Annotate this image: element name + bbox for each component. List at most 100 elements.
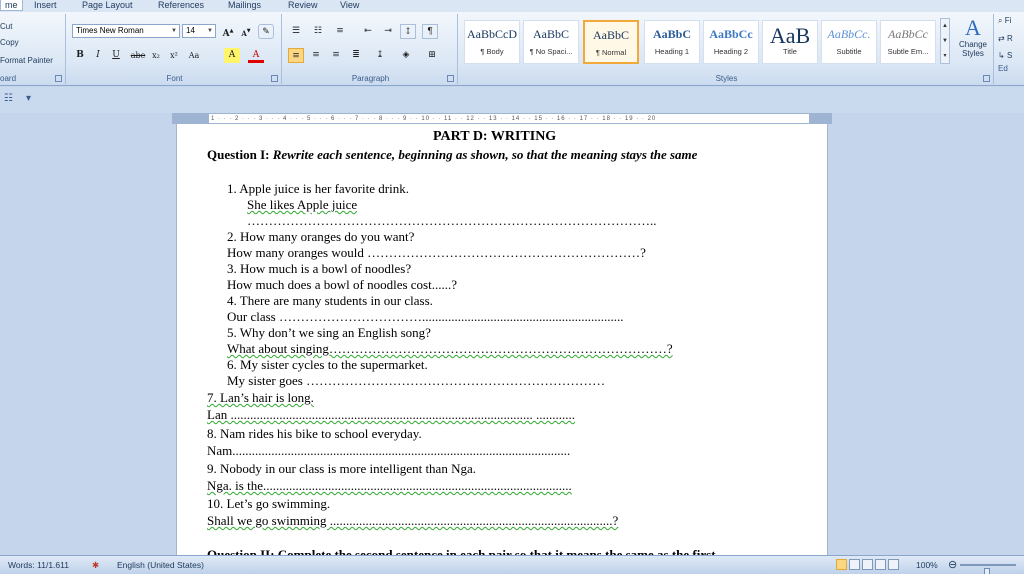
style-subtitle[interactable]: AaBbCc. Subtitle xyxy=(821,20,877,64)
style-name: Title xyxy=(783,47,797,56)
change-styles-button[interactable]: A Change Styles xyxy=(952,16,994,59)
tab-insert[interactable]: Insert xyxy=(34,0,57,10)
paragraph-launcher-icon[interactable] xyxy=(447,75,454,82)
change-styles-label: Change Styles xyxy=(958,40,988,58)
replace-button[interactable]: ⇄ R xyxy=(998,34,1013,43)
ruler-left-margin xyxy=(173,114,209,123)
proofing-icon[interactable]: ✱ xyxy=(92,560,99,571)
decrease-indent-icon[interactable]: ⇤ xyxy=(360,24,376,39)
answer-line: Lan ....................................… xyxy=(207,407,575,422)
ribbon: Cut Copy Format Painter oard Times New R… xyxy=(0,12,1024,86)
bullets-icon[interactable]: ☰ xyxy=(288,24,304,39)
shrink-font-button[interactable]: A▼ xyxy=(238,24,254,39)
outline-icon[interactable] xyxy=(875,559,886,570)
exercise-line: 2. How many oranges do you want? xyxy=(227,229,415,244)
justify-icon[interactable]: ≣ xyxy=(348,48,364,63)
full-screen-reading-icon[interactable] xyxy=(849,559,860,570)
highlight-color-button[interactable]: A xyxy=(224,48,240,63)
subscript-button[interactable]: x₂ xyxy=(148,48,164,63)
show-marks-icon[interactable]: ¶ xyxy=(422,24,438,39)
answer-line: Our class ……………………………...................… xyxy=(227,309,624,324)
tab-page-layout[interactable]: Page Layout xyxy=(82,0,133,10)
word-count[interactable]: Words: 11/1.611 xyxy=(8,560,69,570)
answer-line-text: Lan ....................................… xyxy=(207,407,575,422)
cut-button[interactable]: Cut xyxy=(0,22,12,31)
answer-line: My sister goes …………………………………………………………… xyxy=(227,373,606,388)
font-launcher-icon[interactable] xyxy=(271,75,278,82)
copy-button[interactable]: Copy xyxy=(0,38,19,47)
print-layout-icon[interactable] xyxy=(836,559,847,570)
shading-icon[interactable]: ◈ xyxy=(398,48,414,63)
style-name: ¶ No Spaci... xyxy=(529,47,573,56)
tab-references[interactable]: References xyxy=(158,0,204,10)
style-name: Heading 2 xyxy=(713,47,749,56)
numbering-icon[interactable]: ☷ xyxy=(310,24,326,39)
tab-view[interactable]: View xyxy=(340,0,359,10)
align-right-icon[interactable]: ≡ xyxy=(328,48,344,63)
quick-access-icon[interactable]: ☷ xyxy=(4,93,13,104)
customize-toolbar-icon[interactable]: ▾ xyxy=(26,93,31,104)
exercise-line: 5. Why don’t we sing an English song? xyxy=(227,325,431,340)
zoom-slider[interactable] xyxy=(960,564,1016,574)
style-heading-1[interactable]: AaBbC Heading 1 xyxy=(644,20,700,64)
style-title[interactable]: AaB Title xyxy=(762,20,818,64)
select-button[interactable]: ↳ S xyxy=(998,51,1013,60)
style-sample: AaBbC xyxy=(533,27,569,41)
styles-scroll-arrows[interactable]: ▲ ▼ ▾ xyxy=(940,18,950,64)
sort-icon[interactable]: ↕ xyxy=(400,24,416,39)
find-button[interactable]: ⌕ Fi xyxy=(998,16,1013,26)
answer-line: Shall we go swimming ...................… xyxy=(207,513,618,528)
superscript-button[interactable]: x² xyxy=(166,48,182,63)
multilevel-list-icon[interactable]: ≡ xyxy=(332,24,348,39)
style-sample: AaBbCc. xyxy=(827,27,871,41)
underline-button[interactable]: U xyxy=(108,48,124,63)
line-spacing-icon[interactable]: ↨ xyxy=(372,48,388,63)
zoom-out-icon[interactable]: ⊖ xyxy=(948,558,957,571)
clipboard-launcher-icon[interactable] xyxy=(55,75,62,82)
zoom-slider-thumb[interactable] xyxy=(984,568,990,574)
document-page[interactable]: PART D: WRITING Question I: Rewrite each… xyxy=(176,124,828,555)
font-name-select[interactable]: Times New Roman ▼ xyxy=(72,24,180,38)
clear-formatting-icon[interactable]: ✎ xyxy=(258,24,274,39)
align-left-icon[interactable]: ≡ xyxy=(288,48,304,63)
grow-font-button[interactable]: A▲ xyxy=(220,24,236,39)
answer-line-text: Nga. is the.............................… xyxy=(207,478,572,493)
horizontal-ruler[interactable]: 1 · · · 2 · · · 3 · · · 4 · · · 5 · · · … xyxy=(172,113,832,124)
web-layout-icon[interactable] xyxy=(862,559,873,570)
find-icon: ⌕ xyxy=(998,16,1003,25)
change-case-button[interactable]: Aa xyxy=(186,48,202,63)
answer-line: She likes Apple juice xyxy=(247,197,357,212)
format-painter-button[interactable]: Format Painter xyxy=(0,56,53,65)
chevron-down-icon: ▼ xyxy=(207,28,213,34)
draft-icon[interactable] xyxy=(888,559,899,570)
exercise-line: 6. My sister cycles to the supermarket. xyxy=(227,357,428,372)
answer-line-text: She likes Apple juice xyxy=(247,197,358,212)
style-subtle-emphasis[interactable]: AaBbCc Subtle Em... xyxy=(880,20,936,64)
strikethrough-button[interactable]: abe xyxy=(130,48,146,63)
style-no-spacing[interactable]: AaBbC ¶ No Spaci... xyxy=(523,20,579,64)
answer-line: Nam.....................................… xyxy=(207,443,571,458)
font-size-select[interactable]: 14 ▼ xyxy=(182,24,216,38)
zoom-level[interactable]: 100% xyxy=(916,560,938,570)
exercise-line: 8. Nam rides his bike to school everyday… xyxy=(207,426,422,441)
borders-icon[interactable]: ⊞ xyxy=(424,48,440,63)
increase-indent-icon[interactable]: ⇥ xyxy=(380,24,396,39)
style-name: Subtitle xyxy=(836,47,862,56)
styles-launcher-icon[interactable] xyxy=(983,75,990,82)
style-normal[interactable]: AaBbC ¶ Normal xyxy=(583,20,639,64)
style-body[interactable]: AaBbCcD ¶ Body xyxy=(464,20,520,64)
style-name: ¶ Normal xyxy=(595,48,627,57)
tab-mailings[interactable]: Mailings xyxy=(228,0,261,10)
font-color-button[interactable]: A xyxy=(248,48,264,63)
tab-review[interactable]: Review xyxy=(288,0,318,10)
style-sample: AaBbC xyxy=(593,28,629,42)
italic-button[interactable]: I xyxy=(90,48,106,63)
question-2-heading-partial: Question II: Complete the second sentenc… xyxy=(207,547,716,555)
language-indicator[interactable]: English (United States) xyxy=(117,560,204,570)
tab-home[interactable]: me xyxy=(0,0,23,11)
replace-label: R xyxy=(1006,34,1013,43)
bold-button[interactable]: B xyxy=(72,48,88,63)
exercise-line: 9. Nobody in our class is more intellige… xyxy=(207,461,476,476)
align-center-icon[interactable]: ≡ xyxy=(308,48,324,63)
style-heading-2[interactable]: AaBbCc Heading 2 xyxy=(703,20,759,64)
